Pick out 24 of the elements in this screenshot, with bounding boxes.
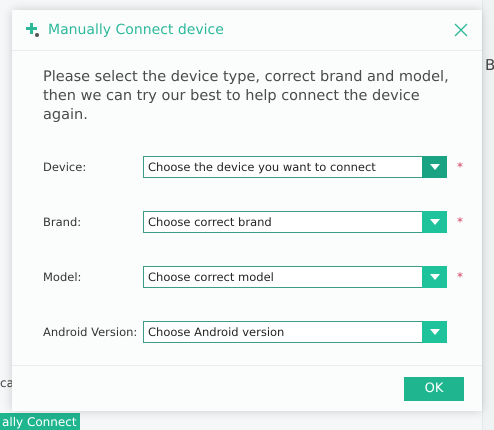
required-mark: * [457, 270, 463, 284]
caret-icon [430, 328, 440, 334]
instruction-text: Please select the device type, correct brand and model, then we can try our best to help connect the device again. [43, 68, 450, 125]
caret-icon [430, 218, 440, 224]
dropdown-button[interactable] [422, 266, 447, 288]
field-label: Device: [43, 160, 88, 174]
field-label: Model: [43, 270, 82, 284]
required-mark: * [457, 214, 463, 228]
dropdown-button[interactable] [422, 156, 447, 178]
dropdown-field[interactable]: Choose Android version [143, 320, 447, 342]
field-label: Brand: [43, 214, 82, 228]
dropdown-button[interactable] [422, 210, 447, 232]
background-text: B [485, 56, 494, 74]
required-mark: * [457, 160, 463, 174]
dropdown-field[interactable]: Choose the device you want to connect [143, 156, 447, 178]
dialog-title: Manually Connect device [48, 22, 225, 38]
close-button[interactable] [454, 23, 468, 37]
field-label: Android Version: [43, 324, 138, 338]
dropdown-field[interactable]: Choose correct model [143, 266, 447, 288]
caret-icon [430, 164, 440, 170]
plug-icon [24, 22, 40, 38]
dropdown-button[interactable] [422, 320, 447, 342]
dropdown-field[interactable]: Choose correct brand [143, 210, 447, 232]
caret-icon [430, 274, 440, 280]
